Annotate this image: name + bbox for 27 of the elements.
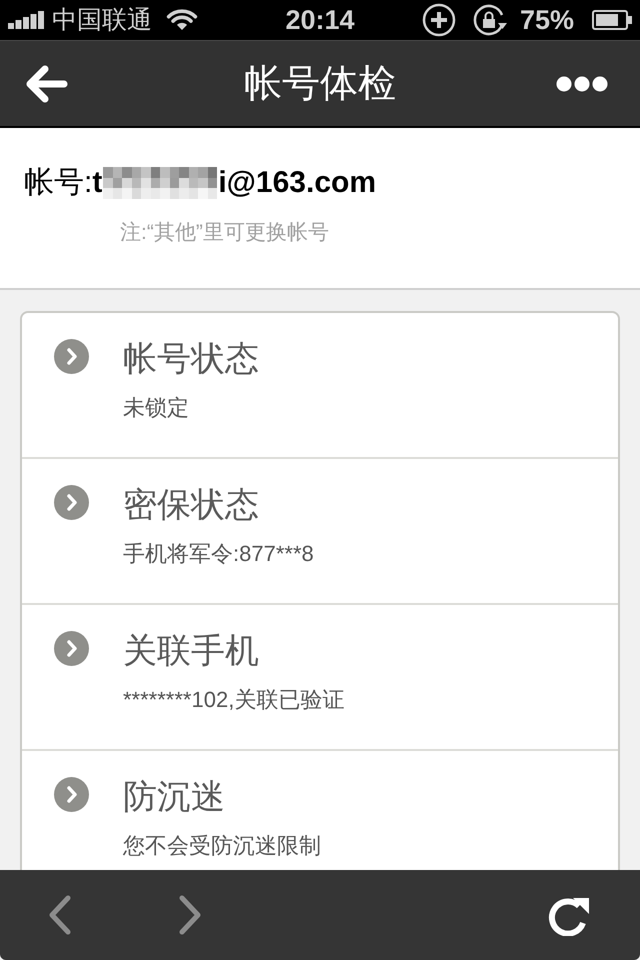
rotation-lock-icon [472, 3, 508, 37]
battery-icon [592, 10, 632, 30]
item-title: 防沉迷 [123, 777, 225, 817]
arrow-left-icon[interactable] [26, 64, 68, 102]
page-title: 帐号体检 [244, 62, 396, 106]
wifi-icon [166, 9, 198, 31]
account-label: 帐号: [24, 165, 92, 201]
item-title: 关联手机 [123, 631, 259, 671]
account-email-start: t [92, 165, 102, 201]
chevron-circle-icon [54, 485, 89, 520]
item-detail: 手机将军令:877***8 [123, 540, 314, 568]
chevron-circle-icon [54, 339, 89, 374]
item-title: 帐号状态 [123, 339, 259, 379]
more-icon[interactable] [556, 76, 608, 92]
status-time: 20:14 [285, 5, 355, 35]
signal-bars-icon [8, 11, 44, 29]
plus-circle-icon [422, 3, 456, 37]
chevron-circle-icon [54, 631, 89, 666]
battery-percent: 75% [520, 5, 574, 35]
item-detail: 未锁定 [123, 394, 189, 422]
chevron-circle-icon [54, 777, 89, 812]
carrier-name: 中国联通 [52, 6, 152, 34]
account-note: 注:“其他”里可更换帐号 [120, 221, 329, 244]
item-title: 密保状态 [123, 485, 259, 525]
item-detail: ********102,关联已验证 [123, 686, 344, 714]
item-detail: 您不会受防沉迷限制 [123, 832, 321, 860]
account-email-end: i@163.com [218, 165, 376, 201]
